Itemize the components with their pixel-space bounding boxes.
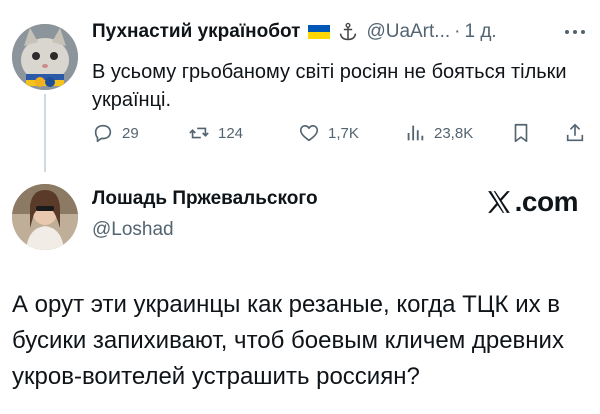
reply-icon xyxy=(94,124,112,143)
like-icon xyxy=(299,125,319,142)
author-name[interactable]: Лошадь Пржевальского xyxy=(92,188,318,209)
bookmark-button[interactable] xyxy=(510,122,532,144)
views-button[interactable]: 23,8K xyxy=(404,122,473,144)
ukraine-flag-icon xyxy=(308,25,331,39)
x-com-logo: .com xyxy=(486,186,579,218)
avatar[interactable] xyxy=(12,24,78,90)
x-logo-icon xyxy=(487,191,510,213)
like-button[interactable]: 1,7K xyxy=(298,122,359,144)
timestamp[interactable]: 1 д. xyxy=(464,20,496,44)
author-handle[interactable]: @UaArt... xyxy=(366,20,450,44)
reply-header: Пухнастий українобот @UaArt... · 1 д. xyxy=(92,20,497,44)
views-count: 23,8K xyxy=(434,124,474,142)
views-icon xyxy=(407,125,424,141)
bookmark-icon xyxy=(514,123,528,143)
thread-line xyxy=(44,94,46,172)
separator-dot: · xyxy=(454,21,461,42)
retweet-button[interactable]: 124 xyxy=(188,122,243,144)
more-dots-icon[interactable] xyxy=(562,22,588,42)
avatar[interactable] xyxy=(12,184,78,250)
anchor-icon xyxy=(340,22,357,41)
quoted-author-name-row: Лошадь Пржевальского xyxy=(92,188,318,210)
like-count: 1,7K xyxy=(328,124,359,142)
author-name[interactable]: Пухнастий українобот xyxy=(92,20,300,44)
retweet-count: 124 xyxy=(218,124,244,142)
author-handle[interactable]: @Loshad xyxy=(92,219,174,241)
tweet-text: В усьому грьобаному світі росіян не боят… xyxy=(92,61,567,111)
quoted-tweet-text: А орут эти украинцы как резаные, когда Т… xyxy=(12,291,564,390)
reply-button[interactable]: 29 xyxy=(92,122,139,144)
reply-count: 29 xyxy=(122,124,139,142)
action-bar: 29 124 1,7K 23,8K xyxy=(92,122,592,148)
retweet-icon xyxy=(189,127,209,139)
site-label: .com xyxy=(514,186,579,217)
share-icon xyxy=(566,123,584,142)
share-button[interactable] xyxy=(564,122,586,144)
